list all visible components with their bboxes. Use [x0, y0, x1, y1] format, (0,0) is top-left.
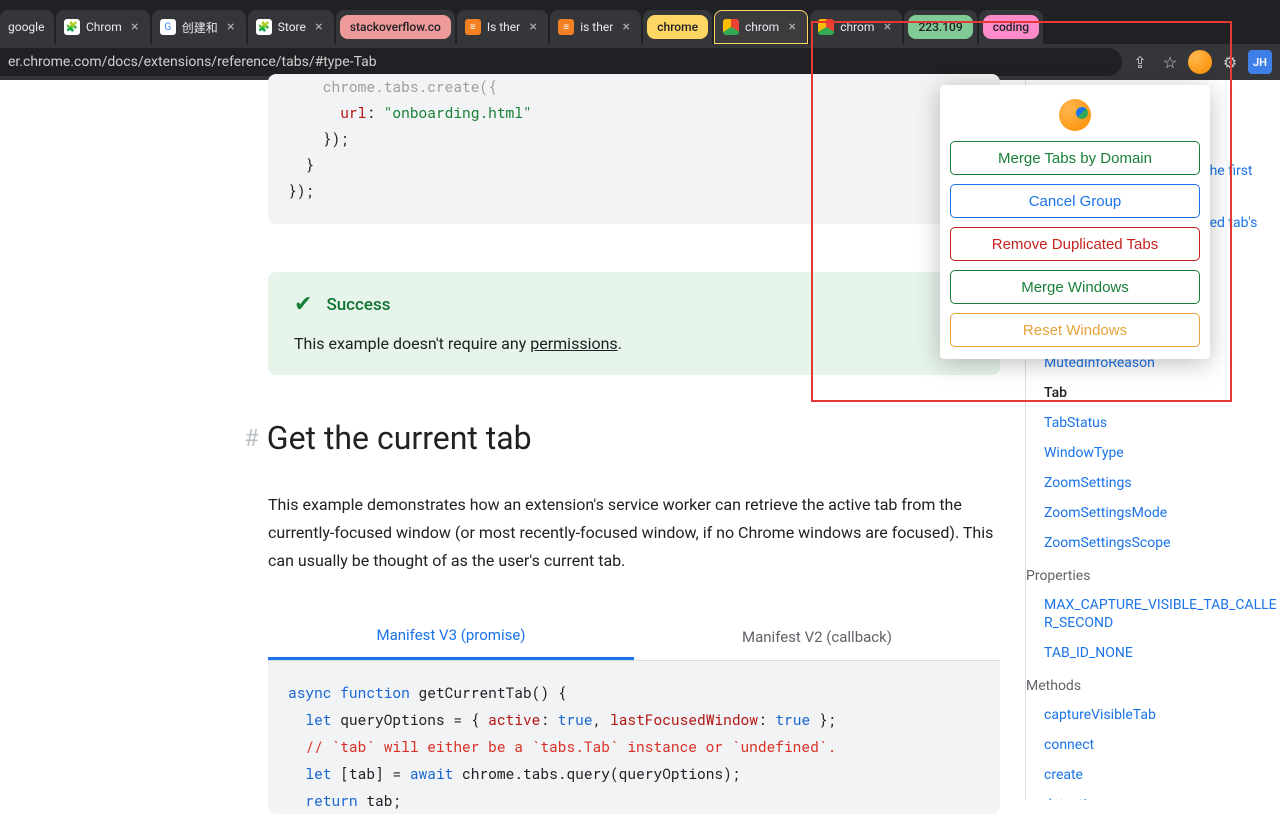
extension-popup: Merge Tabs by Domain Cancel Group Remove…	[940, 85, 1210, 359]
tab-label: Store	[278, 20, 306, 34]
tab-label: is ther	[580, 20, 613, 34]
code-block-onboarding: chrome.tabs.create({ url: "onboarding.ht…	[268, 74, 1000, 224]
group-pill[interactable]: 223.109	[908, 15, 972, 39]
cancel-group-button[interactable]: Cancel Group	[950, 184, 1200, 218]
tab-chrome-2[interactable]: chrom ×	[810, 10, 902, 44]
tab-chrome-ws-1[interactable]: 🧩 Chrom ×	[56, 10, 150, 44]
browser-tab-strip: google 🧩 Chrom × G 创建和 × 🧩 Store × stack…	[0, 0, 1280, 44]
toc-type-tabstatus[interactable]: TabStatus	[1026, 408, 1280, 438]
extension-icon[interactable]	[1188, 50, 1212, 74]
article: chrome.tabs.create({ url: "onboarding.ht…	[268, 74, 1000, 814]
close-icon[interactable]: ×	[526, 20, 540, 34]
toc-type-windowtype[interactable]: WindowType	[1026, 438, 1280, 468]
toc-type-tab[interactable]: Tab	[1026, 378, 1280, 408]
tab-group-ip[interactable]: 223.109	[904, 10, 976, 44]
tab-google[interactable]: google	[0, 10, 54, 44]
merge-tabs-by-domain-button[interactable]: Merge Tabs by Domain	[950, 141, 1200, 175]
tab-manifest-v2[interactable]: Manifest V2 (callback)	[634, 613, 1000, 660]
code-tabs: Manifest V3 (promise) Manifest V2 (callb…	[268, 613, 1000, 661]
group-pill[interactable]: coding	[983, 15, 1039, 39]
close-icon[interactable]: ×	[224, 20, 238, 34]
success-body: This example doesn't require any permiss…	[294, 334, 974, 353]
tab-label: Chrom	[86, 20, 122, 34]
toc-type-zoomsettings[interactable]: ZoomSettings	[1026, 468, 1280, 498]
group-pill[interactable]: stackoverflow.co	[340, 15, 451, 39]
close-icon[interactable]: ×	[128, 20, 142, 34]
close-icon[interactable]: ×	[619, 20, 633, 34]
tab-cn[interactable]: G 创建和 ×	[152, 10, 246, 44]
close-icon[interactable]: ×	[312, 20, 326, 34]
tab-label: chrom	[840, 20, 874, 34]
success-note: ✔ Success This example doesn't require a…	[268, 272, 1000, 375]
chrome-icon	[723, 19, 739, 35]
group-pill[interactable]: chrome	[647, 15, 708, 39]
tab-so-1[interactable]: ≡ Is ther ×	[457, 10, 548, 44]
code-block-getcurrenttab: async function getCurrentTab() { let que…	[268, 661, 1000, 814]
stackoverflow-icon: ≡	[558, 19, 574, 35]
main-column: chrome.tabs.create({ url: "onboarding.ht…	[0, 80, 1025, 800]
toc-method-detectlanguage[interactable]: detectLanguage	[1026, 790, 1280, 800]
check-icon: ✔	[294, 294, 312, 316]
extensions-menu-icon[interactable]: ⚙	[1218, 50, 1242, 74]
close-icon[interactable]: ×	[880, 20, 894, 34]
success-title: Success	[326, 295, 390, 315]
tab-group-chrome[interactable]: chrome	[643, 10, 712, 44]
chrome-icon	[818, 19, 834, 35]
section-paragraph: This example demonstrates how an extensi…	[268, 491, 1000, 575]
bookmark-icon[interactable]: ☆	[1158, 50, 1182, 74]
close-icon[interactable]: ×	[785, 20, 799, 34]
section-heading: # Get the current tab	[268, 419, 1000, 457]
tab-label: google	[8, 20, 46, 34]
toc-method-connect[interactable]: connect	[1026, 730, 1280, 760]
toc-type-zoomsettingsmode[interactable]: ZoomSettingsMode	[1026, 498, 1280, 528]
toc-header-methods: Methods	[1026, 668, 1280, 700]
permissions-link[interactable]: permissions	[530, 334, 617, 353]
toc-header-properties: Properties	[1026, 558, 1280, 590]
toc-method-create[interactable]: create	[1026, 760, 1280, 790]
webstore-icon: 🧩	[64, 19, 80, 35]
tab-store[interactable]: 🧩 Store ×	[248, 10, 334, 44]
url-text: er.chrome.com/docs/extensions/reference/…	[8, 54, 377, 70]
webstore-icon: 🧩	[256, 19, 272, 35]
toc-prop-tabidnone[interactable]: TAB_ID_NONE	[1026, 638, 1280, 668]
tab-manifest-v3[interactable]: Manifest V3 (promise)	[268, 613, 634, 660]
reset-windows-button[interactable]: Reset Windows	[950, 313, 1200, 347]
remove-duplicated-tabs-button[interactable]: Remove Duplicated Tabs	[950, 227, 1200, 261]
toc-method-capture[interactable]: captureVisibleTab	[1026, 700, 1280, 730]
tab-label: Is ther	[487, 20, 520, 34]
tab-chrome-active[interactable]: chrom ×	[714, 10, 808, 44]
profile-avatar[interactable]: JH	[1248, 50, 1272, 74]
tab-so-2[interactable]: ≡ is ther ×	[550, 10, 641, 44]
anchor-hash-icon[interactable]: #	[244, 424, 259, 452]
tab-group-stackoverflow[interactable]: stackoverflow.co	[336, 10, 455, 44]
merge-windows-button[interactable]: Merge Windows	[950, 270, 1200, 304]
share-icon[interactable]: ⇪	[1128, 50, 1152, 74]
tab-group-coding[interactable]: coding	[979, 10, 1043, 44]
url-field[interactable]: er.chrome.com/docs/extensions/reference/…	[0, 48, 1122, 76]
stackoverflow-icon: ≡	[465, 19, 481, 35]
toc-type-zoomsettingsscope[interactable]: ZoomSettingsScope	[1026, 528, 1280, 558]
google-icon: G	[160, 19, 176, 35]
tab-label: 创建和	[182, 19, 218, 36]
extension-logo-icon	[1059, 99, 1091, 131]
tab-label: chrom	[745, 20, 779, 34]
toc-prop-maxcapture[interactable]: MAX_CAPTURE_VISIBLE_TAB_CALLER_SECOND	[1026, 590, 1280, 638]
